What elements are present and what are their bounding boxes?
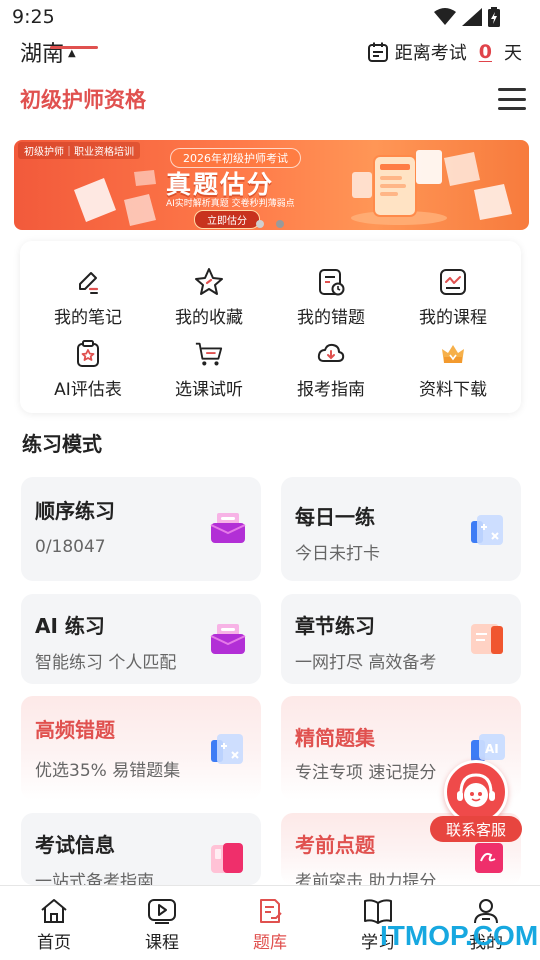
practice-card-frequent-errors[interactable]: 高频错题 优选35% 易错题集	[21, 696, 261, 800]
banner-cta-button[interactable]: 立即估分	[194, 210, 260, 229]
paper-decoration-icon	[74, 170, 156, 226]
play-icon	[147, 896, 177, 926]
practice-card-sub: 专注专项 速记提分	[295, 763, 437, 783]
banner-dot[interactable]	[256, 220, 264, 228]
quick-link-notes[interactable]: 我的笔记	[33, 267, 143, 329]
practice-card-sequential[interactable]: 顺序练习 0/18047	[21, 477, 261, 581]
quick-link-downloads[interactable]: 资料下载	[398, 339, 508, 401]
quick-links-card: 我的笔记 我的收藏 我的错题 我的课程 AI评估表 选课试听 报考指南 资料下载	[20, 241, 521, 413]
practice-card-chapter[interactable]: 章节练习 一网打尽 高效备考	[281, 594, 521, 684]
quick-link-ai-assessment[interactable]: AI评估表	[33, 339, 143, 401]
quick-link-wrong-questions[interactable]: 我的错题	[276, 267, 386, 329]
practice-card-title: 考试信息	[35, 833, 115, 857]
practice-card-title: 章节练习	[295, 614, 375, 638]
quick-link-label: 报考指南	[297, 380, 365, 400]
signal-icon	[462, 8, 482, 26]
wrong-question-icon	[316, 267, 346, 297]
practice-card-title: 考前点题	[295, 833, 375, 857]
inbox-icon	[210, 513, 246, 543]
status-time: 9:25	[12, 6, 55, 28]
wifi-icon	[434, 8, 456, 25]
countdown-label: 距离考试	[394, 43, 467, 64]
promo-banner[interactable]: 初级护师｜职业资格培训 2026年初级护师考试 真题估分 AI实时解析真题 交卷…	[14, 140, 529, 230]
service-label: 联系客服	[430, 816, 522, 842]
header-row: 湖南 ▲ 距离考试 0 天	[0, 34, 540, 70]
battery-icon	[488, 7, 500, 27]
watermark-text: ITMOP.COM	[380, 920, 539, 951]
scattered-paper-icon	[444, 152, 512, 220]
practice-card-title: 高频错题	[35, 718, 115, 742]
cart-icon	[194, 339, 224, 369]
practice-card-sub: 一站式备考指南	[35, 872, 154, 885]
practice-card-sub: 0/18047	[35, 537, 106, 557]
banner-pagination	[256, 220, 284, 228]
practice-card-sub: 智能练习 个人匹配	[35, 653, 177, 673]
quick-link-label: 我的笔记	[54, 308, 122, 328]
nav-question-bank[interactable]: 题库	[216, 886, 324, 960]
crown-box-icon	[438, 339, 468, 369]
calculator-icon	[211, 734, 243, 764]
calculator-icon	[471, 515, 503, 545]
question-bank-icon	[255, 896, 285, 926]
quick-link-favorites[interactable]: 我的收藏	[154, 267, 264, 329]
practice-card-sub: 优选35% 易错题集	[35, 761, 181, 781]
menu-icon	[498, 88, 526, 91]
nav-label: 题库	[253, 933, 287, 953]
section-title: 练习模式	[22, 432, 102, 456]
quick-link-exam-guide[interactable]: 报考指南	[276, 339, 386, 401]
inbox-icon	[210, 624, 246, 654]
quick-link-courses[interactable]: 我的课程	[398, 267, 508, 329]
subject-underline	[50, 46, 98, 49]
course-icon	[438, 267, 468, 297]
svg-text:AI: AI	[485, 742, 499, 756]
practice-card-title: AI 练习	[35, 614, 105, 638]
book-stack-icon	[471, 624, 503, 654]
quick-link-label: 我的课程	[419, 308, 487, 328]
banner-dot-active[interactable]	[276, 220, 284, 228]
practice-card-title: 每日一练	[295, 505, 375, 529]
practice-card-title: 精简题集	[295, 726, 375, 750]
exam-countdown[interactable]: 距离考试 0 天	[367, 39, 522, 65]
star-icon	[194, 267, 224, 297]
countdown-days: 0	[478, 41, 492, 63]
nav-label: 首页	[37, 933, 71, 953]
service-avatar	[444, 760, 508, 824]
home-icon	[39, 896, 69, 926]
banner-tag: 初级护师｜职业资格培训	[18, 142, 140, 159]
practice-card-sub: 一网打尽 高效备考	[295, 653, 437, 673]
headset-mascot-icon	[457, 773, 495, 807]
region-label: 湖南	[20, 42, 65, 67]
quick-link-trial-course[interactable]: 选课试听	[154, 339, 264, 401]
quick-link-label: 资料下载	[419, 380, 487, 400]
practice-card-daily[interactable]: 每日一练 今日未打卡	[281, 477, 521, 581]
practice-card-ai[interactable]: AI 练习 智能练习 个人匹配	[21, 594, 261, 684]
countdown-unit: 天	[504, 43, 522, 64]
quick-link-label: 我的错题	[297, 308, 365, 328]
practice-card-title: 顺序练习	[35, 499, 115, 523]
calendar-icon	[367, 42, 388, 62]
clipboard-star-icon	[73, 339, 103, 369]
practice-card-sub: 今日未打卡	[295, 544, 380, 564]
practice-card-sub: 考前突击 助力提分	[295, 872, 437, 885]
practice-card-exam-info[interactable]: 考试信息 一站式备考指南	[21, 813, 261, 885]
nav-courses[interactable]: 课程	[108, 886, 216, 960]
menu-button[interactable]	[498, 88, 526, 110]
card-stack-icon	[211, 843, 243, 873]
signature-card-icon	[475, 843, 503, 873]
subject-title[interactable]: 初级护师资格	[20, 84, 146, 114]
nav-label: 课程	[145, 933, 179, 953]
nav-home[interactable]: 首页	[0, 886, 108, 960]
caret-up-icon: ▲	[68, 47, 76, 59]
quick-link-label: 选课试听	[175, 380, 243, 400]
subject-row: 初级护师资格	[0, 74, 540, 124]
banner-sub: AI实时解析真题 交卷秒判薄弱点	[166, 199, 295, 209]
pencil-note-icon	[73, 267, 103, 297]
quick-link-label: 我的收藏	[175, 308, 243, 328]
status-icons	[434, 7, 500, 27]
cloud-download-icon	[316, 339, 346, 369]
quick-link-label: AI评估表	[54, 380, 122, 400]
customer-service-button[interactable]: 联系客服	[430, 760, 524, 842]
region-selector[interactable]: 湖南 ▲	[20, 36, 76, 68]
status-bar: 9:25	[0, 0, 540, 34]
